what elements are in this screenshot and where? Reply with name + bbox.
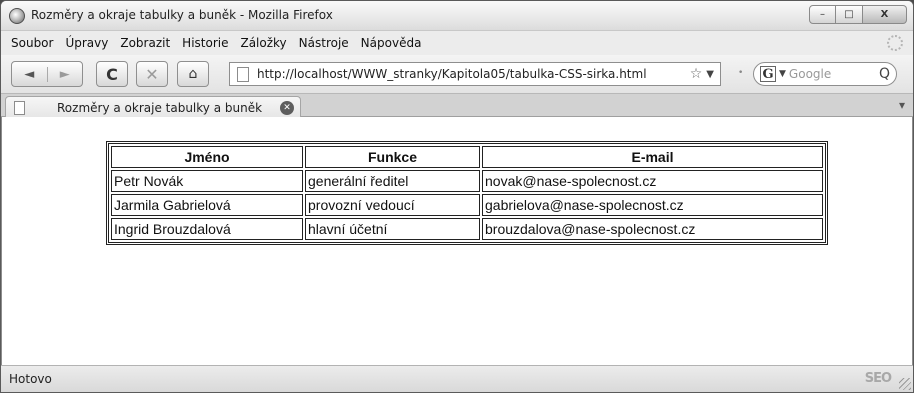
status-bar: Hotovo SEO — [1, 365, 913, 392]
browser-window: Rozměry a okraje tabulky a buněk - Mozil… — [0, 0, 914, 393]
menu-nastroje[interactable]: Nástroje — [299, 36, 349, 50]
tab-page-icon — [14, 100, 25, 115]
seo-addon-icon[interactable]: SEO — [865, 371, 892, 386]
window-title: Rozměry a okraje tabulky a buněk - Mozil… — [31, 8, 333, 22]
table-row: Jarmila Gabrielová provozní vedoucí gabr… — [111, 194, 823, 216]
menu-upravy[interactable]: Úpravy — [65, 36, 108, 50]
search-engine-dropdown-icon[interactable]: ▼ — [779, 69, 786, 79]
url-bar[interactable]: http://localhost/WWW_stranky/Kapitola05/… — [229, 62, 721, 86]
table-row: Petr Novák generální ředitel novak@nase-… — [111, 170, 823, 192]
reload-button[interactable]: C — [96, 61, 128, 87]
url-dropdown-icon[interactable]: ▼ — [706, 69, 714, 80]
tab-label: Rozměry a okraje tabulky a buněk — [57, 100, 263, 115]
cell-name: Ingrid Brouzdalová — [111, 218, 303, 240]
menu-historie[interactable]: Historie — [182, 36, 228, 50]
cell-email: brouzdalova@nase-spolecnost.cz — [482, 218, 823, 240]
resize-grip-icon[interactable] — [899, 378, 911, 390]
page-icon — [237, 66, 249, 82]
cell-name: Jarmila Gabrielová — [111, 194, 303, 216]
cell-role: provozní vedoucí — [305, 194, 480, 216]
tab-list-icon[interactable]: ▾ — [899, 98, 905, 112]
search-input[interactable]: Google — [789, 67, 879, 81]
back-forward-group: ◄ ► — [11, 61, 83, 87]
cell-role: generální ředitel — [305, 170, 480, 192]
maximize-button[interactable]: □ — [836, 5, 863, 24]
cell-email: novak@nase-spolecnost.cz — [482, 170, 823, 192]
menu-bar: Soubor Úpravy Zobrazit Historie Záložky … — [1, 31, 913, 55]
close-button[interactable]: X — [863, 5, 907, 24]
cell-role: hlavní účetní — [305, 218, 480, 240]
menu-zobrazit[interactable]: Zobrazit — [120, 36, 170, 50]
stop-button[interactable]: ✕ — [136, 61, 168, 87]
title-bar: Rozměry a okraje tabulky a buněk - Mozil… — [1, 1, 913, 31]
tab-active[interactable]: Rozměry a okraje tabulky a buněk ✕ — [5, 96, 301, 118]
cell-email: gabrielova@nase-spolecnost.cz — [482, 194, 823, 216]
page-content: Jméno Funkce E-mail Petr Novák generální… — [1, 117, 913, 367]
firefox-icon — [9, 8, 25, 24]
bookmark-star-icon[interactable]: ☆ — [690, 66, 703, 82]
menu-soubor[interactable]: Soubor — [11, 36, 53, 50]
search-bar[interactable]: G ▼ Google Q — [753, 62, 897, 86]
menu-zalozky[interactable]: Záložky — [240, 36, 286, 50]
cell-name: Petr Novák — [111, 170, 303, 192]
minimize-button[interactable]: – — [809, 5, 836, 24]
status-text: Hotovo — [9, 372, 52, 386]
employee-table: Jméno Funkce E-mail Petr Novák generální… — [106, 141, 828, 245]
throbber-icon — [887, 35, 903, 51]
search-icon[interactable]: Q — [879, 66, 890, 82]
tab-close-icon[interactable]: ✕ — [280, 100, 294, 115]
feed-icon: • — [738, 68, 744, 78]
navigation-toolbar: ◄ ► C ✕ ⌂ http://localhost/WWW_stranky/K… — [1, 55, 913, 93]
tab-strip: Rozměry a okraje tabulky a buněk ✕ ▾ — [1, 93, 913, 118]
table-row: Ingrid Brouzdalová hlavní účetní brouzda… — [111, 218, 823, 240]
header-jmeno: Jméno — [111, 146, 303, 168]
home-button[interactable]: ⌂ — [177, 61, 209, 87]
url-input[interactable]: http://localhost/WWW_stranky/Kapitola05/… — [257, 67, 690, 81]
search-engine-icon[interactable]: G — [760, 66, 776, 82]
back-button[interactable]: ◄ — [12, 67, 47, 82]
table-header-row: Jméno Funkce E-mail — [111, 146, 823, 168]
header-funkce: Funkce — [305, 146, 480, 168]
window-controls: – □ X — [809, 5, 907, 24]
forward-button[interactable]: ► — [46, 66, 83, 82]
menu-napoveda[interactable]: Nápověda — [361, 36, 422, 50]
header-email: E-mail — [482, 146, 823, 168]
